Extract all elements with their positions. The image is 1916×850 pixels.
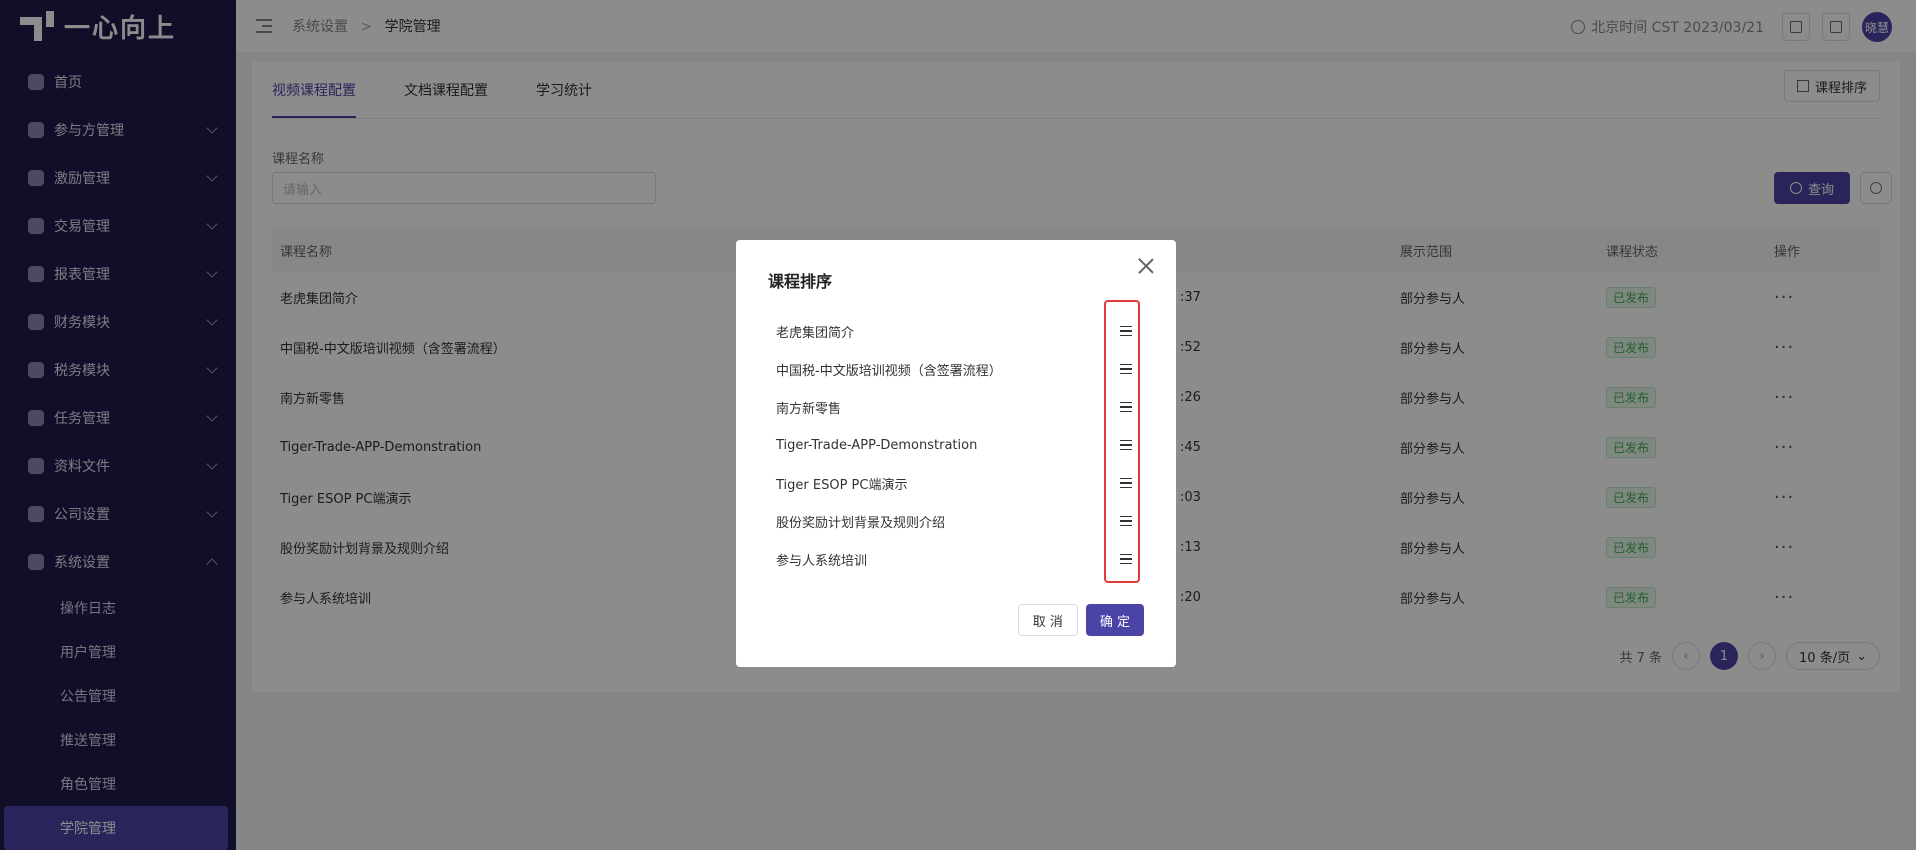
modal-title: 课程排序 (768, 272, 833, 291)
sort-item: 中国税-中文版培训视频（含签署流程） (776, 350, 1146, 388)
drag-handles-highlight (1104, 300, 1140, 583)
course-sort-modal: 课程排序 老虎集团简介 中国税-中文版培训视频（含签署流程） 南方新零售 Tig… (736, 240, 1176, 667)
sort-item-label: 参与人系统培训 (776, 553, 868, 569)
sort-item-label: Tiger-Trade-APP-Demonstration (776, 437, 978, 453)
sort-item: Tiger ESOP PC端演示 (776, 464, 1146, 502)
sort-item-label: 中国税-中文版培训视频（含签署流程） (776, 363, 1002, 379)
sort-item-label: 南方新零售 (776, 401, 842, 417)
confirm-button[interactable]: 确 定 (1085, 604, 1144, 636)
modal-footer: 取 消 确 定 (1017, 604, 1144, 636)
sort-item: Tiger-Trade-APP-Demonstration (776, 426, 1146, 464)
sort-item-label: 股份奖励计划背景及规则介绍 (776, 515, 946, 531)
sort-item: 老虎集团简介 (776, 312, 1146, 350)
close-icon[interactable] (1136, 256, 1156, 276)
sort-list: 老虎集团简介 中国税-中文版培训视频（含签署流程） 南方新零售 Tiger-Tr… (776, 292, 1146, 578)
sort-item: 参与人系统培训 (776, 540, 1146, 578)
sort-item: 南方新零售 (776, 388, 1146, 426)
sort-item-label: 老虎集团简介 (776, 325, 855, 341)
cancel-button[interactable]: 取 消 (1017, 604, 1078, 636)
sort-item-label: Tiger ESOP PC端演示 (776, 477, 908, 493)
sort-item: 股份奖励计划背景及规则介绍 (776, 502, 1146, 540)
